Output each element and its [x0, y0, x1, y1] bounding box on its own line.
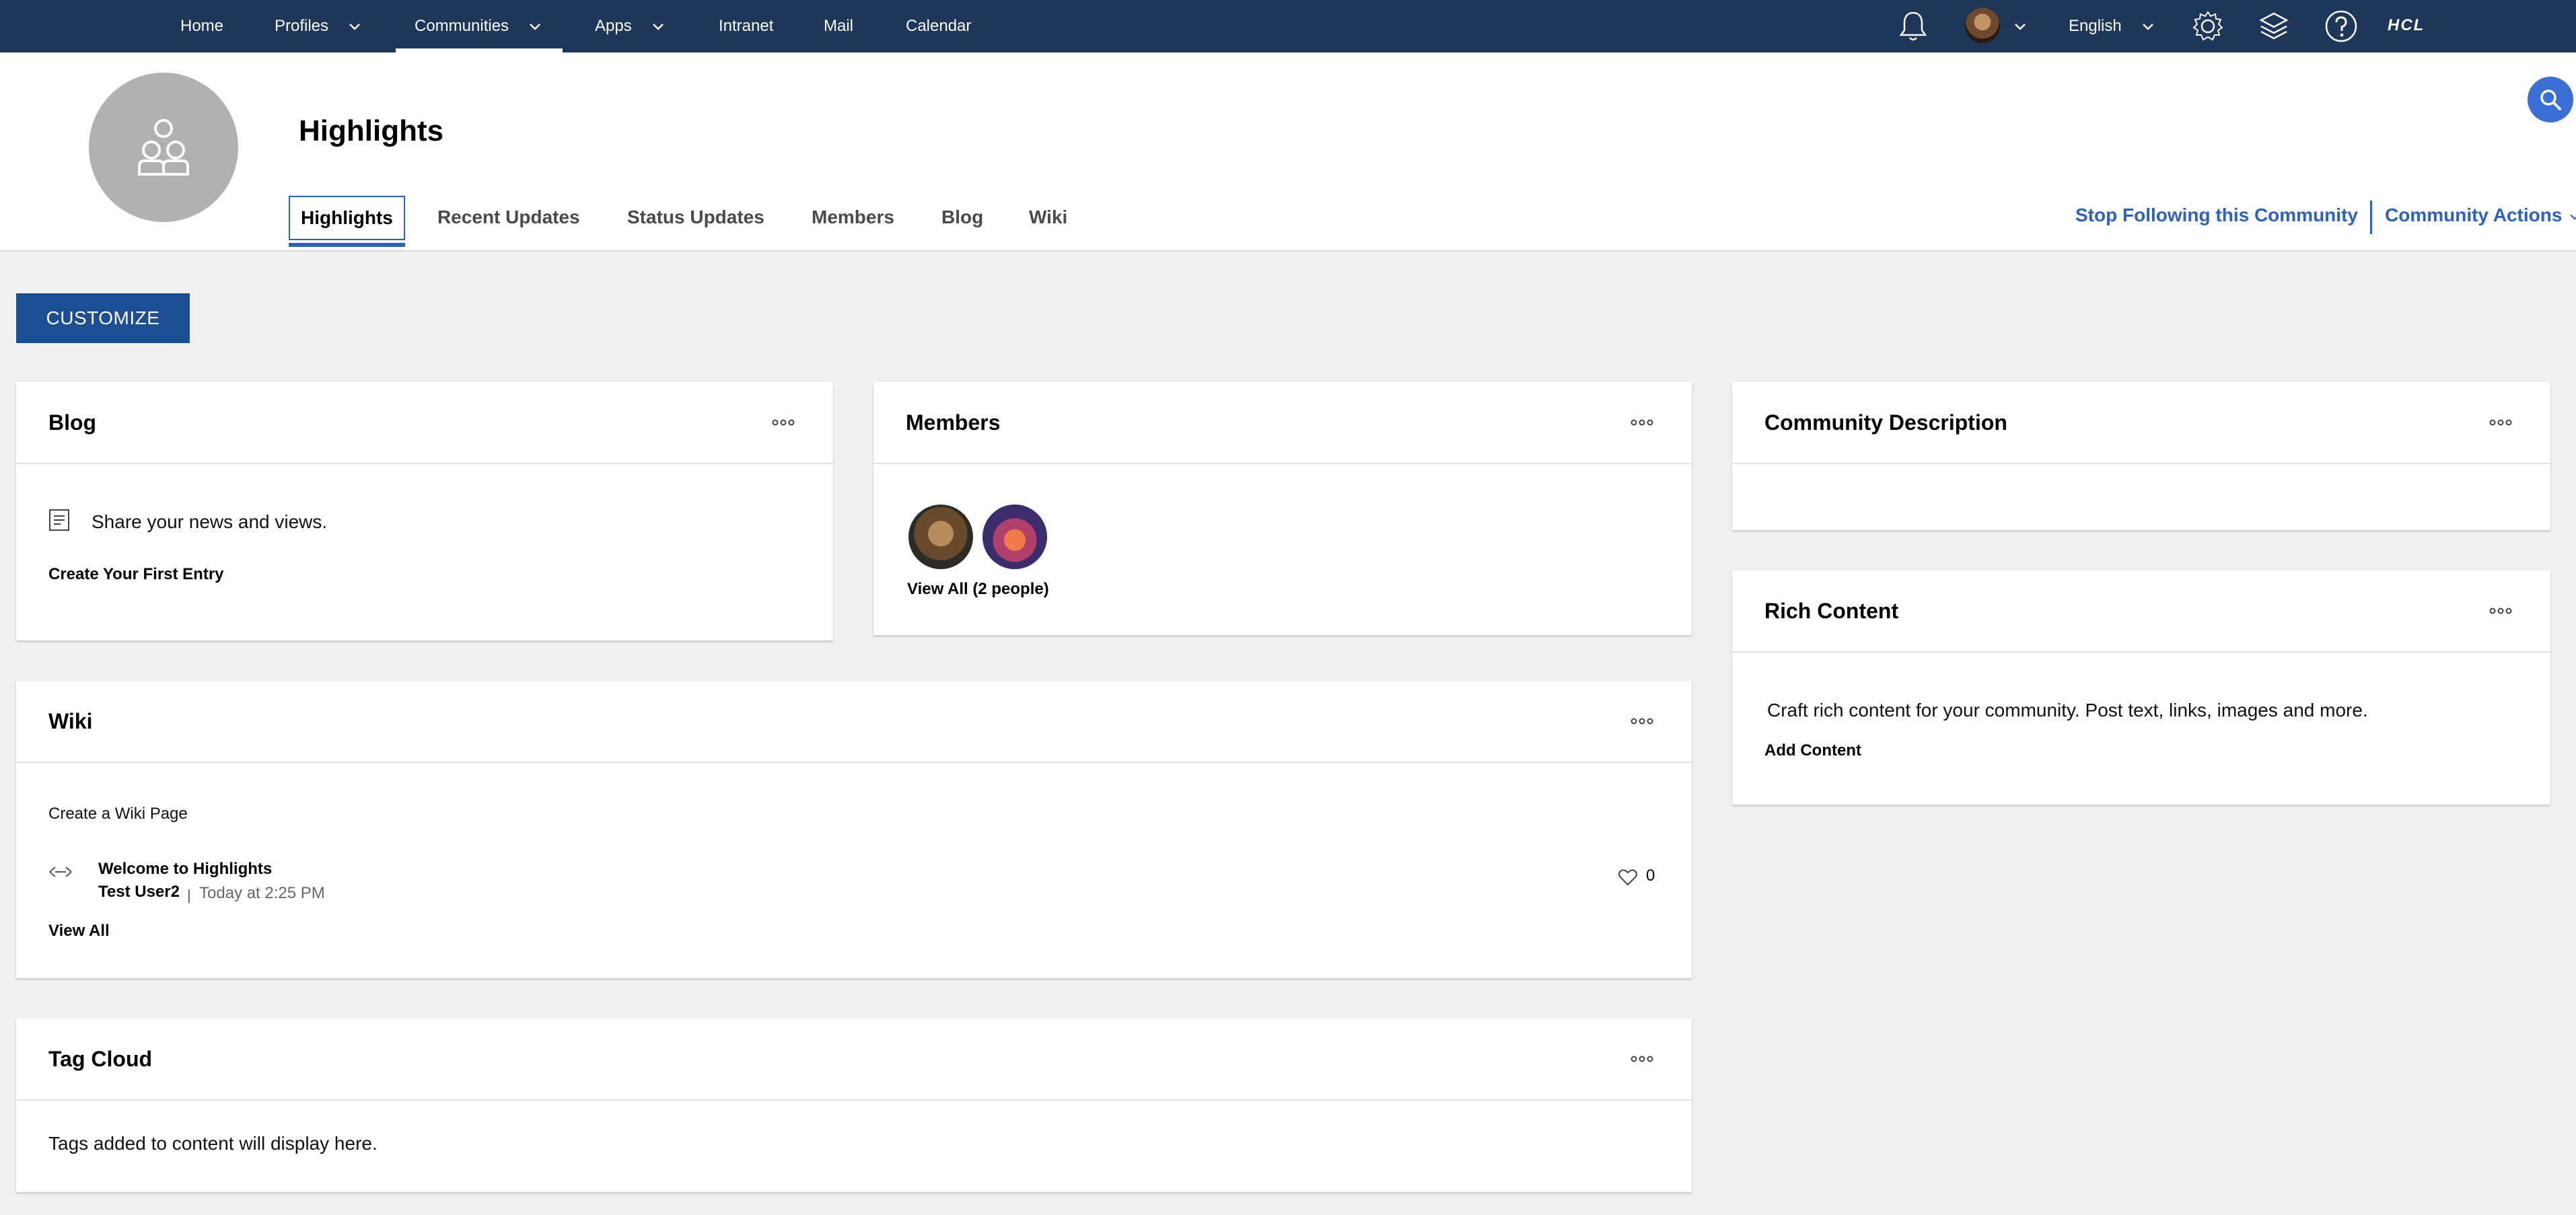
- community-actions-label: Community Actions: [2385, 205, 2563, 225]
- view-all-members-link[interactable]: View All (2 people): [907, 580, 1049, 599]
- blog-description: Share your news and views.: [92, 511, 328, 532]
- nav-communities[interactable]: Communities: [395, 0, 563, 52]
- wiki-page-timestamp: Today at 2:25 PM: [199, 884, 325, 902]
- page-title: Highlights: [299, 114, 444, 147]
- community-description-card: Community Description: [1732, 382, 2550, 530]
- heart-icon[interactable]: [1618, 868, 1638, 887]
- wiki-page-author-link[interactable]: Test User2: [98, 883, 180, 901]
- member-avatar[interactable]: [982, 505, 1047, 569]
- wiki-page-meta-separator: |: [187, 887, 191, 904]
- community-logo: [89, 73, 238, 222]
- settings-icon[interactable]: [2188, 7, 2227, 46]
- nav-intranet-label: Intranet: [719, 17, 774, 35]
- help-icon[interactable]: [2322, 7, 2361, 46]
- search-icon: [2540, 89, 2561, 110]
- create-wiki-page-link[interactable]: Create a Wiki Page: [48, 805, 188, 823]
- chevron-down-icon: [530, 24, 540, 30]
- tab-members-label: Members: [812, 207, 894, 227]
- tag-cloud-card-header: Tag Cloud: [16, 1019, 1692, 1101]
- nav-mail-label: Mail: [824, 17, 854, 35]
- members-card: Members View All (2 people): [873, 382, 1692, 635]
- hcl-logo: HCL: [2388, 16, 2425, 34]
- member-avatar[interactable]: [908, 505, 973, 569]
- tab-blog[interactable]: Blog: [941, 194, 983, 241]
- nav-calendar[interactable]: Calendar: [906, 0, 971, 52]
- wiki-card-title: Wiki: [48, 709, 93, 733]
- layers-icon[interactable]: [2254, 7, 2293, 46]
- wiki-page-icon: [49, 867, 72, 877]
- more-options-icon[interactable]: [1630, 714, 1654, 728]
- nav-profiles[interactable]: Profiles: [275, 0, 363, 52]
- wiki-page-title-link[interactable]: Welcome to Highlights: [98, 860, 272, 879]
- add-content-link[interactable]: Add Content: [1764, 741, 1861, 760]
- rich-content-card-header: Rich Content: [1732, 570, 2550, 653]
- blog-card-header: Blog: [16, 382, 833, 464]
- language-label: English: [2069, 17, 2122, 35]
- community-header: Highlights Highlights Recent Updates Sta…: [0, 52, 2576, 252]
- nav-calendar-label: Calendar: [906, 17, 972, 35]
- create-first-entry-link[interactable]: Create Your First Entry: [48, 565, 224, 584]
- language-selector[interactable]: English: [2069, 0, 2157, 52]
- tag-cloud-card: Tag Cloud Tags added to content will dis…: [16, 1019, 1692, 1192]
- more-options-icon[interactable]: [2489, 604, 2513, 618]
- more-options-icon[interactable]: [1630, 416, 1654, 429]
- tab-wiki[interactable]: Wiki: [1029, 194, 1067, 241]
- blog-card-title: Blog: [48, 410, 97, 435]
- view-all-wiki-link[interactable]: View All: [48, 922, 110, 941]
- nav-mail[interactable]: Mail: [824, 0, 853, 52]
- community-actions-menu[interactable]: Community Actions: [2385, 205, 2576, 226]
- header-action-divider: [2370, 200, 2372, 234]
- tab-status-updates-label: Status Updates: [627, 207, 764, 227]
- members-card-header: Members: [873, 382, 1692, 464]
- tab-blog-label: Blog: [941, 207, 984, 227]
- community-group-icon: [138, 119, 189, 176]
- tab-members[interactable]: Members: [812, 194, 894, 241]
- blog-entry-icon: [49, 509, 69, 531]
- more-options-icon[interactable]: [1630, 1052, 1654, 1066]
- nav-apps-label: Apps: [595, 17, 632, 35]
- chevron-down-icon[interactable]: [2007, 7, 2034, 46]
- more-options-icon[interactable]: [2489, 416, 2513, 429]
- community-description-card-title: Community Description: [1764, 410, 2007, 435]
- wiki-card: Wiki Create a Wiki Page Welcome to Highl…: [16, 681, 1692, 978]
- tag-cloud-empty-text: Tags added to content will display here.: [48, 1133, 378, 1154]
- nav-home-label: Home: [180, 17, 224, 35]
- user-avatar[interactable]: [1965, 8, 2000, 43]
- chevron-down-icon: [2570, 214, 2576, 220]
- rich-content-description: Craft rich content for your community. P…: [1767, 700, 2368, 721]
- stop-following-link[interactable]: Stop Following this Community: [2075, 205, 2358, 226]
- community-description-card-header: Community Description: [1732, 382, 2550, 464]
- nav-home[interactable]: Home: [180, 0, 223, 52]
- tab-recent-updates-label: Recent Updates: [437, 207, 580, 227]
- tab-highlights[interactable]: Highlights: [289, 196, 405, 247]
- chevron-down-icon: [2142, 24, 2153, 30]
- blog-card: Blog Share your news and views. Create Y…: [16, 382, 833, 640]
- top-navigation-bar: Home Profiles Communities Apps Intranet …: [0, 0, 2576, 52]
- rich-content-card-title: Rich Content: [1764, 599, 1899, 623]
- tab-wiki-label: Wiki: [1029, 207, 1068, 227]
- chevron-down-icon: [652, 24, 664, 30]
- nav-profiles-label: Profiles: [275, 17, 329, 35]
- wiki-page-like-count: 0: [1646, 867, 1655, 885]
- search-button[interactable]: [2528, 77, 2573, 122]
- tab-highlights-label: Highlights: [301, 207, 393, 228]
- wiki-card-header: Wiki: [16, 681, 1692, 763]
- rich-content-card: Rich Content Craft rich content for your…: [1732, 570, 2550, 805]
- more-options-icon[interactable]: [771, 416, 795, 429]
- nav-communities-label: Communities: [415, 17, 509, 35]
- members-card-title: Members: [906, 410, 1001, 435]
- tag-cloud-card-title: Tag Cloud: [48, 1047, 153, 1071]
- nav-intranet[interactable]: Intranet: [719, 0, 773, 52]
- customize-button[interactable]: CUSTOMIZE: [16, 293, 190, 343]
- chevron-down-icon: [349, 24, 360, 30]
- tab-status-updates[interactable]: Status Updates: [627, 194, 764, 241]
- tab-recent-updates[interactable]: Recent Updates: [437, 194, 580, 241]
- nav-apps[interactable]: Apps: [595, 0, 667, 52]
- bell-icon[interactable]: [1894, 7, 1933, 46]
